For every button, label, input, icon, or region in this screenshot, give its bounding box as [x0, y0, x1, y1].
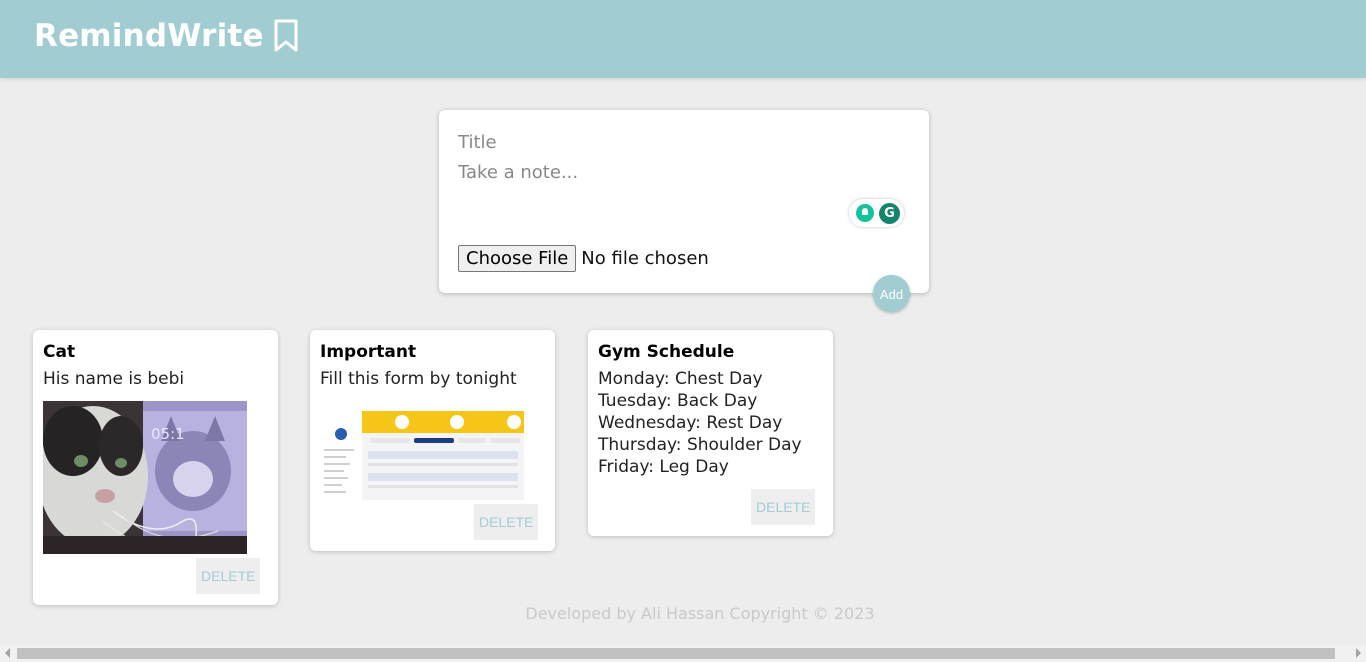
note-card: Gym Schedule Monday: Chest Day Tuesday: …	[588, 330, 833, 536]
grammarly-lightbulb-icon[interactable]	[856, 204, 874, 222]
horizontal-scrollbar[interactable]	[0, 645, 1366, 662]
note-content: Monday: Chest Day Tuesday: Back Day Wedn…	[598, 369, 802, 477]
file-upload: Choose File No file chosen	[458, 245, 709, 272]
note-composer: G Choose File No file chosen	[439, 110, 929, 293]
note-content: His name is bebi	[43, 369, 185, 389]
add-button[interactable]: Add	[873, 275, 910, 312]
delete-button[interactable]: DELETE	[751, 489, 816, 525]
scrollbar-thumb[interactable]	[17, 648, 1335, 659]
grammarly-widget[interactable]: G	[849, 199, 904, 227]
footer-text: Developed by Ali Hassan Copyright © 2023	[525, 604, 875, 623]
note-title: Gym Schedule	[598, 342, 735, 362]
form-screenshot	[320, 401, 524, 500]
title-input[interactable]	[458, 130, 908, 154]
note-card: Important Fill this form by tonight DELE…	[310, 330, 555, 551]
note-input[interactable]	[458, 162, 908, 190]
brand: RemindWrite	[34, 18, 299, 54]
note-title: Important	[320, 342, 417, 362]
note-content: Fill this form by tonight	[320, 369, 517, 389]
app-title: RemindWrite	[34, 18, 264, 54]
scroll-right-icon[interactable]	[1356, 648, 1361, 658]
bookmark-icon	[274, 19, 298, 52]
note-card: Cat His name is bebi 05:1 DELETE	[33, 330, 278, 605]
choose-file-button[interactable]: Choose File	[458, 245, 577, 272]
grammarly-g-icon[interactable]: G	[879, 203, 900, 224]
note-title: Cat	[43, 342, 76, 362]
svg-text:05:1: 05:1	[151, 425, 185, 443]
delete-button[interactable]: DELETE	[474, 504, 539, 540]
file-status: No file chosen	[581, 248, 709, 269]
delete-button[interactable]: DELETE	[196, 558, 261, 594]
cat-photo: 05:1	[43, 401, 247, 554]
app-header: RemindWrite	[0, 0, 1366, 78]
scroll-left-icon[interactable]	[5, 648, 10, 658]
